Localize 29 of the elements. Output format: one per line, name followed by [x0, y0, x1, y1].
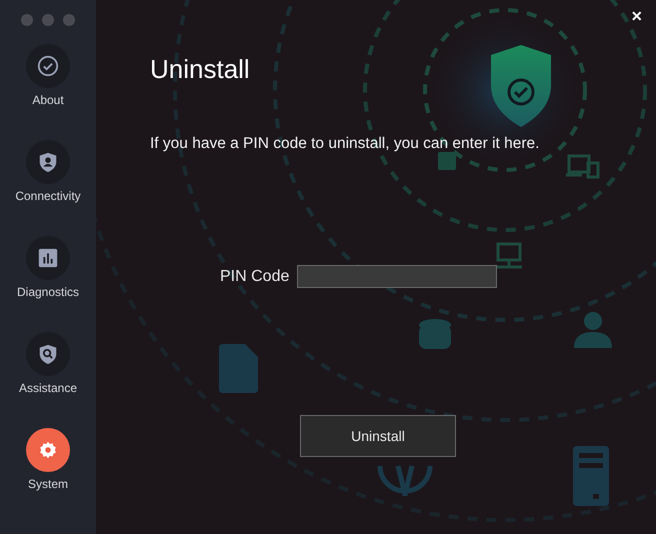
pin-code-field[interactable] — [297, 265, 498, 288]
devices-icon — [566, 154, 600, 178]
check-circle-icon — [37, 55, 59, 77]
window-dot[interactable] — [42, 14, 54, 26]
settings-icon — [37, 439, 59, 461]
window-dot[interactable] — [63, 14, 75, 26]
uninstall-button[interactable]: Uninstall — [300, 415, 456, 457]
window-dot[interactable] — [21, 14, 33, 26]
pin-code-label: PIN Code — [220, 268, 290, 286]
shield-check-icon — [491, 45, 551, 127]
nav-button[interactable] — [26, 428, 70, 472]
nav-button[interactable] — [26, 140, 70, 184]
bar-chart-icon — [37, 247, 59, 269]
description-text: If you have a PIN code to uninstall, you can enter it here. — [150, 135, 540, 153]
shield-person-icon — [37, 151, 59, 173]
nav-button[interactable] — [26, 332, 70, 376]
close-button[interactable]: × — [627, 4, 646, 29]
nav-button[interactable] — [26, 236, 70, 280]
shield-search-icon — [37, 343, 59, 365]
nav-label[interactable]: Connectivity — [15, 189, 81, 203]
nav-label[interactable]: System — [28, 477, 68, 491]
person-icon — [574, 312, 612, 348]
nav-label[interactable]: Assistance — [18, 381, 78, 395]
document-icon — [219, 344, 258, 393]
server-icon — [573, 446, 609, 506]
nav-label[interactable]: About — [32, 93, 64, 107]
page-title: Uninstall — [150, 54, 250, 85]
nav-button[interactable] — [26, 44, 70, 88]
nav-label[interactable]: Diagnostics — [16, 285, 80, 299]
